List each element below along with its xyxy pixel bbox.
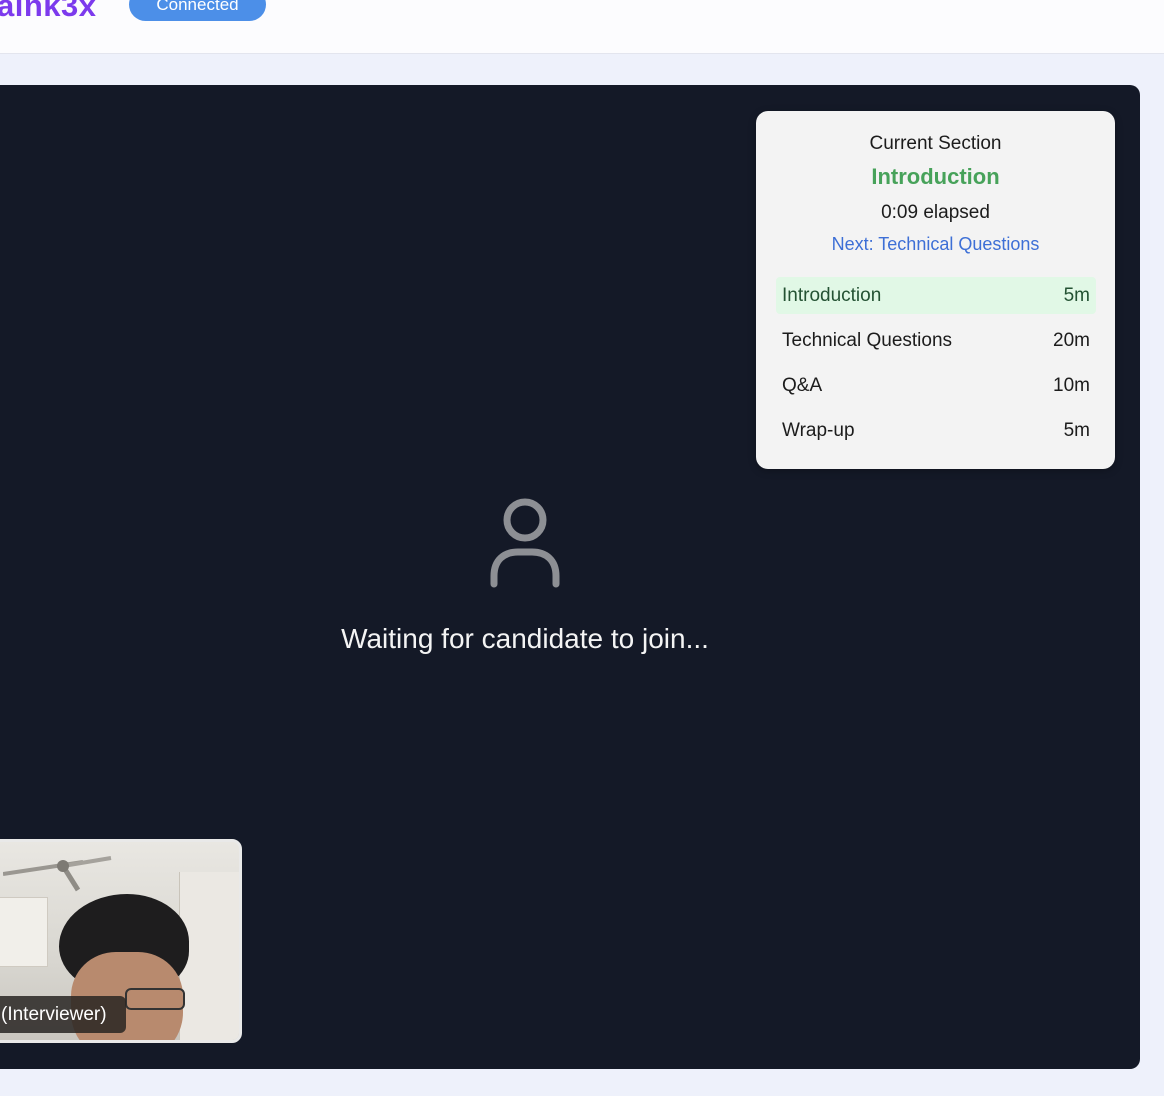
cabinet: [0, 897, 48, 967]
waiting-message: Waiting for candidate to join...: [341, 623, 709, 654]
glasses: [125, 988, 185, 1010]
agenda-item-name: Q&A: [782, 375, 823, 396]
agenda-item-name: Technical Questions: [782, 330, 953, 351]
agenda-list: Introduction 5m Technical Questions 20m …: [776, 277, 1096, 457]
elapsed-timer: 0:09 elapsed: [881, 202, 990, 223]
agenda-heading: Current Section: [869, 133, 1002, 154]
ceiling-fan: [3, 856, 112, 892]
participant-name-tag: (Interviewer): [0, 996, 126, 1033]
top-bar: aink3x Connected: [0, 0, 1164, 54]
agenda-item-qa: Q&A 10m: [776, 367, 1096, 404]
agenda-item-duration: 20m: [1053, 330, 1090, 351]
agenda-item-introduction: Introduction 5m: [776, 277, 1096, 314]
brand-logo: aink3x: [0, 0, 97, 23]
agenda-item-technical-questions: Technical Questions 20m: [776, 322, 1096, 359]
current-section-title: Introduction: [871, 164, 1000, 189]
agenda-item-duration: 5m: [1063, 285, 1090, 306]
video-stage: Current Section Introduction 0:09 elapse…: [0, 85, 1140, 1069]
person-icon: [490, 498, 560, 588]
connection-status-badge: Connected: [129, 0, 266, 21]
agenda-item-duration: 10m: [1053, 375, 1090, 396]
agenda-card: Current Section Introduction 0:09 elapse…: [756, 111, 1115, 469]
agenda-item-name: Introduction: [782, 285, 882, 306]
agenda-item-duration: 5m: [1063, 420, 1090, 441]
next-section-label: Next: Technical Questions: [831, 234, 1040, 254]
agenda-item-name: Wrap-up: [782, 420, 855, 441]
agenda-item-wrap-up: Wrap-up 5m: [776, 412, 1096, 449]
self-video-tile[interactable]: (Interviewer): [0, 839, 242, 1043]
